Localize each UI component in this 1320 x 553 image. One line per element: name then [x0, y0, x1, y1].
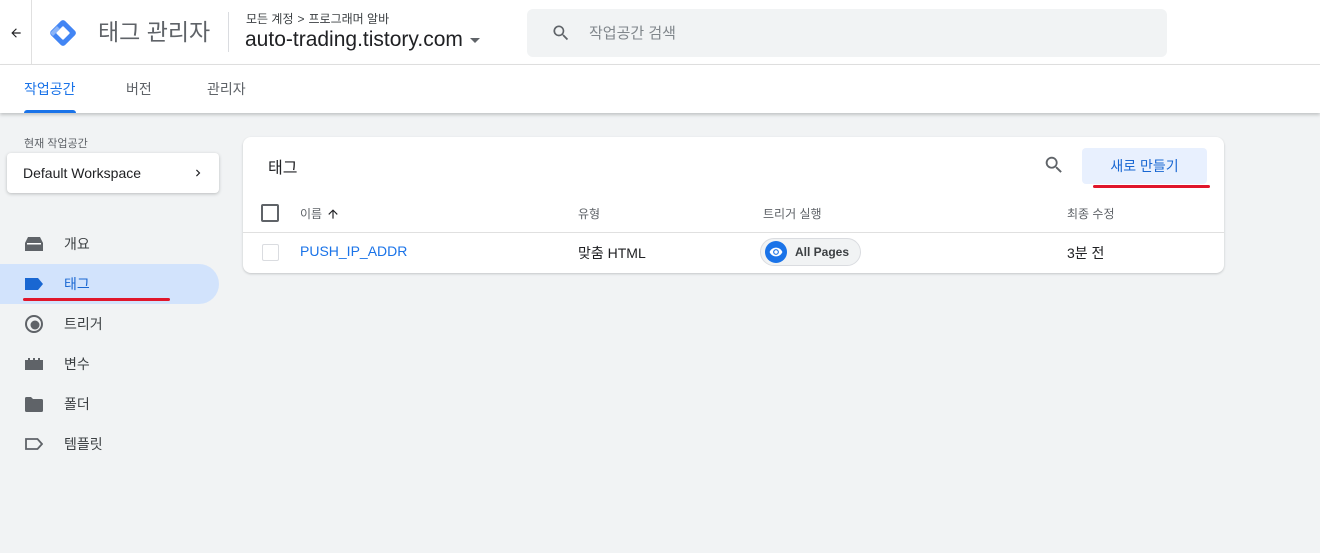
panel-title: 태그 [268, 160, 298, 177]
sidebar-item-folders[interactable]: 폴더 [0, 384, 219, 424]
sidebar-item-label: 태그 [64, 276, 90, 292]
trigger-icon [24, 314, 44, 334]
app-header: 태그 관리자 모든 계정 > 프로그래머 알바 auto-trading.tis… [0, 0, 1320, 65]
arrow-back-icon [10, 27, 21, 38]
table-divider [243, 232, 1224, 233]
eye-icon [765, 241, 787, 263]
workspace-selector[interactable]: Default Workspace [7, 153, 219, 193]
breadcrumb-container-group[interactable]: 프로그래머 알바 [309, 10, 390, 27]
tag-manager-logo-icon [50, 20, 76, 46]
sidebar-item-label: 폴더 [64, 396, 90, 412]
tag-icon [24, 274, 44, 294]
last-modified: 3분 전 [1067, 245, 1105, 261]
tab-admin[interactable]: 관리자 [207, 65, 246, 113]
chevron-right-icon [196, 169, 201, 177]
highlight-underline-new-button [1093, 185, 1210, 188]
workspace-name: Default Workspace [23, 165, 142, 181]
sort-ascending-icon [328, 208, 338, 219]
sidebar-item-label: 변수 [64, 356, 90, 372]
sidebar-item-label: 트리거 [64, 316, 103, 332]
folder-icon [24, 394, 44, 414]
container-name: auto-trading.tistory.com [245, 28, 463, 51]
trigger-label: All Pages [795, 245, 850, 259]
sidebar-item-label: 템플릿 [64, 436, 103, 452]
template-icon [24, 434, 44, 454]
main-tabs: 작업공간 버전 관리자 [0, 65, 1320, 113]
new-tag-button[interactable]: 새로 만들기 [1082, 148, 1207, 184]
dropdown-arrow-icon [469, 38, 480, 43]
tab-workspace[interactable]: 작업공간 [24, 65, 76, 113]
search-icon[interactable] [1043, 154, 1065, 176]
tab-versions[interactable]: 버전 [126, 65, 152, 113]
tag-type: 맞춤 HTML [578, 245, 646, 261]
column-header-name[interactable]: 이름 [300, 205, 340, 222]
breadcrumb-separator: > [297, 11, 305, 26]
sidebar-item-overview[interactable]: 개요 [0, 224, 219, 264]
breadcrumb[interactable]: 모든 계정 > 프로그래머 알바 [246, 10, 389, 27]
breadcrumb-account[interactable]: 모든 계정 [246, 10, 294, 27]
search-input[interactable] [589, 24, 1149, 42]
sidebar-item-variables[interactable]: 변수 [0, 344, 219, 384]
trigger-chip[interactable]: All Pages [760, 238, 862, 266]
back-button[interactable] [0, 0, 32, 65]
app-title: 태그 관리자 [98, 19, 211, 45]
search-icon [553, 25, 569, 41]
workspace-label: 현재 작업공간 [24, 138, 88, 150]
workspace-search[interactable] [527, 9, 1167, 57]
column-header-label: 이름 [300, 207, 323, 221]
overview-icon [24, 234, 44, 254]
select-all-checkbox[interactable] [261, 204, 279, 222]
column-header-modified[interactable]: 최종 수정 [1067, 205, 1115, 222]
column-header-trigger[interactable]: 트리거 실행 [763, 205, 822, 222]
sidebar-item-triggers[interactable]: 트리거 [0, 304, 219, 344]
column-header-type[interactable]: 유형 [578, 205, 600, 222]
tags-panel: 태그 새로 만들기 이름 유형 트리거 실행 최종 수정 PUSH_IP_ADD… [243, 137, 1224, 273]
tag-name-link[interactable]: PUSH_IP_ADDR [300, 243, 407, 259]
sidebar-item-label: 개요 [64, 236, 90, 252]
sidebar-item-templates[interactable]: 템플릿 [0, 424, 219, 464]
container-selector[interactable]: auto-trading.tistory.com [245, 28, 481, 52]
header-divider [228, 12, 229, 52]
variables-icon [24, 354, 44, 374]
row-checkbox[interactable] [262, 244, 279, 261]
highlight-underline-tags [23, 298, 170, 301]
